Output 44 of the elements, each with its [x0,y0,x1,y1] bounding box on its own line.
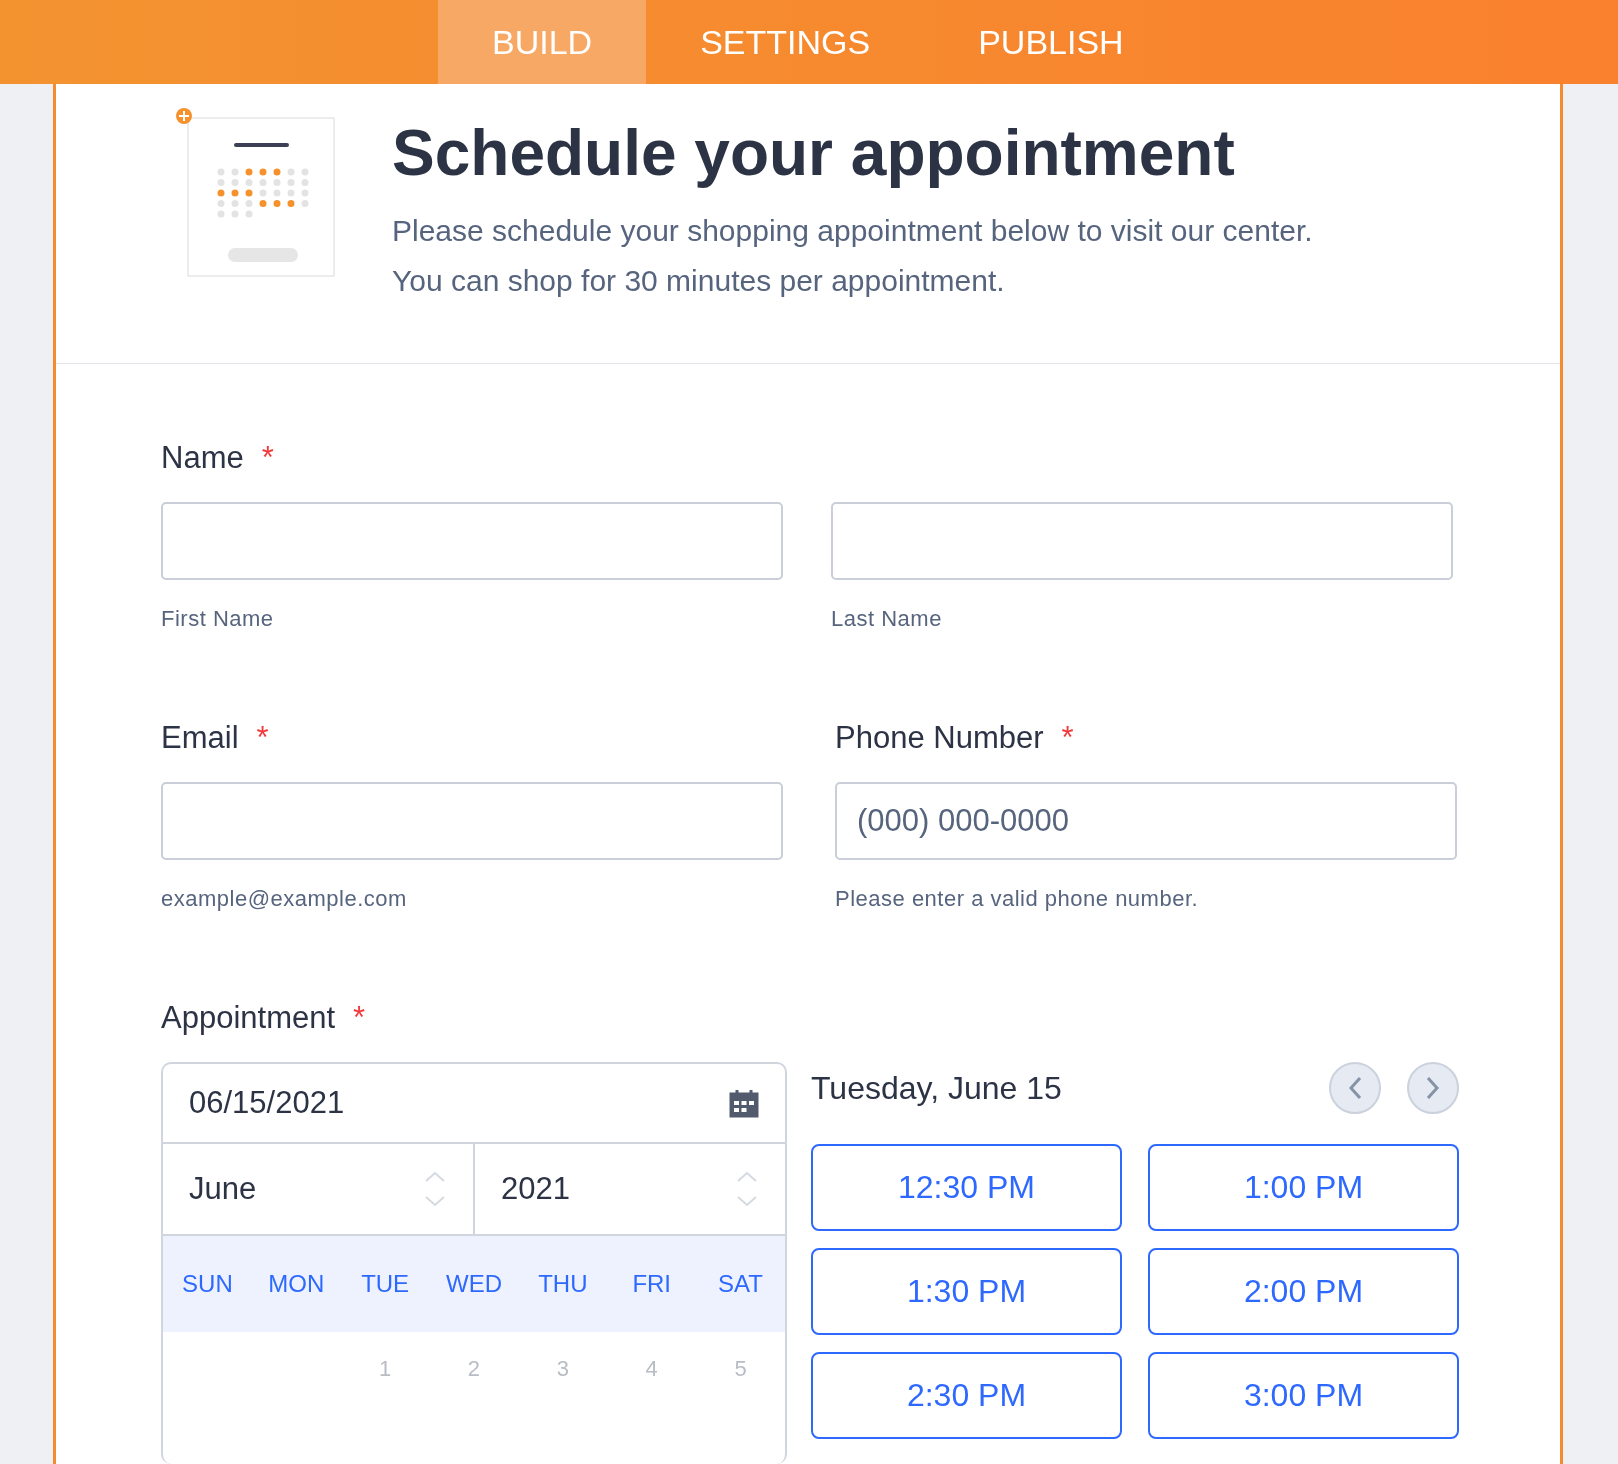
weekday-label: MON [267,1270,326,1298]
field-hint: Last Name [831,606,943,632]
time-slot-button[interactable]: 1:00 PM [1148,1144,1459,1231]
form-title: Schedule your appointment [392,116,1236,190]
weekday-label: FRI [631,1270,673,1298]
input-field[interactable]: (000) 000-0000 [835,782,1457,860]
weekday-label: SUN [181,1270,234,1298]
required-asterisk: * [261,440,274,476]
required-asterisk: * [256,720,269,756]
field-hint: example@example.com [161,886,408,912]
nav-tab[interactable]: PUBLISH [924,0,1178,84]
year-select[interactable]: 2021 [473,1144,785,1234]
chevron-right-icon [1426,1076,1440,1100]
previous-button[interactable] [1329,1062,1381,1114]
required-asterisk: * [353,1000,366,1036]
required-asterisk: * [1061,720,1074,756]
time-slot-button[interactable]: 3:00 PM [1148,1352,1459,1439]
weekday-label: WED [445,1270,503,1298]
time-slot-button[interactable]: 12:30 PM [811,1144,1122,1231]
field-hint: First Name [161,606,275,632]
weekday-label: SAT [717,1270,764,1298]
calendar-icon[interactable] [729,1088,759,1118]
chevron-left-icon [1348,1076,1362,1100]
date-value: 06/15/2021 [189,1085,345,1121]
field-label: Name [161,440,244,476]
time-slot-button[interactable]: 1:30 PM [811,1248,1122,1335]
field-label: Email [161,720,239,756]
time-slot-button[interactable]: 2:00 PM [1148,1248,1459,1335]
field-label: Appointment [161,1000,336,1036]
input-field[interactable] [161,782,783,860]
input-field[interactable] [831,502,1453,580]
time-slot-button[interactable]: 2:30 PM [811,1352,1122,1439]
weekday-label: THU [537,1270,589,1298]
month-select[interactable]: June [163,1144,473,1234]
selected-date-heading: Tuesday, June 15 [811,1069,1062,1107]
field-hint: Please enter a valid phone number. [835,886,1200,912]
stepper-icon [735,1171,759,1207]
field-label: Phone Number [835,720,1044,756]
next-button[interactable] [1407,1062,1459,1114]
form-description: Please schedule your shopping appointment below to visit our center. You can shop for 30 minutes per appointment. [392,213,1314,299]
input-field[interactable] [161,502,783,580]
stepper-icon [423,1171,447,1207]
weekday-label: TUE [360,1270,411,1298]
nav-tab[interactable]: SETTINGS [646,0,925,84]
